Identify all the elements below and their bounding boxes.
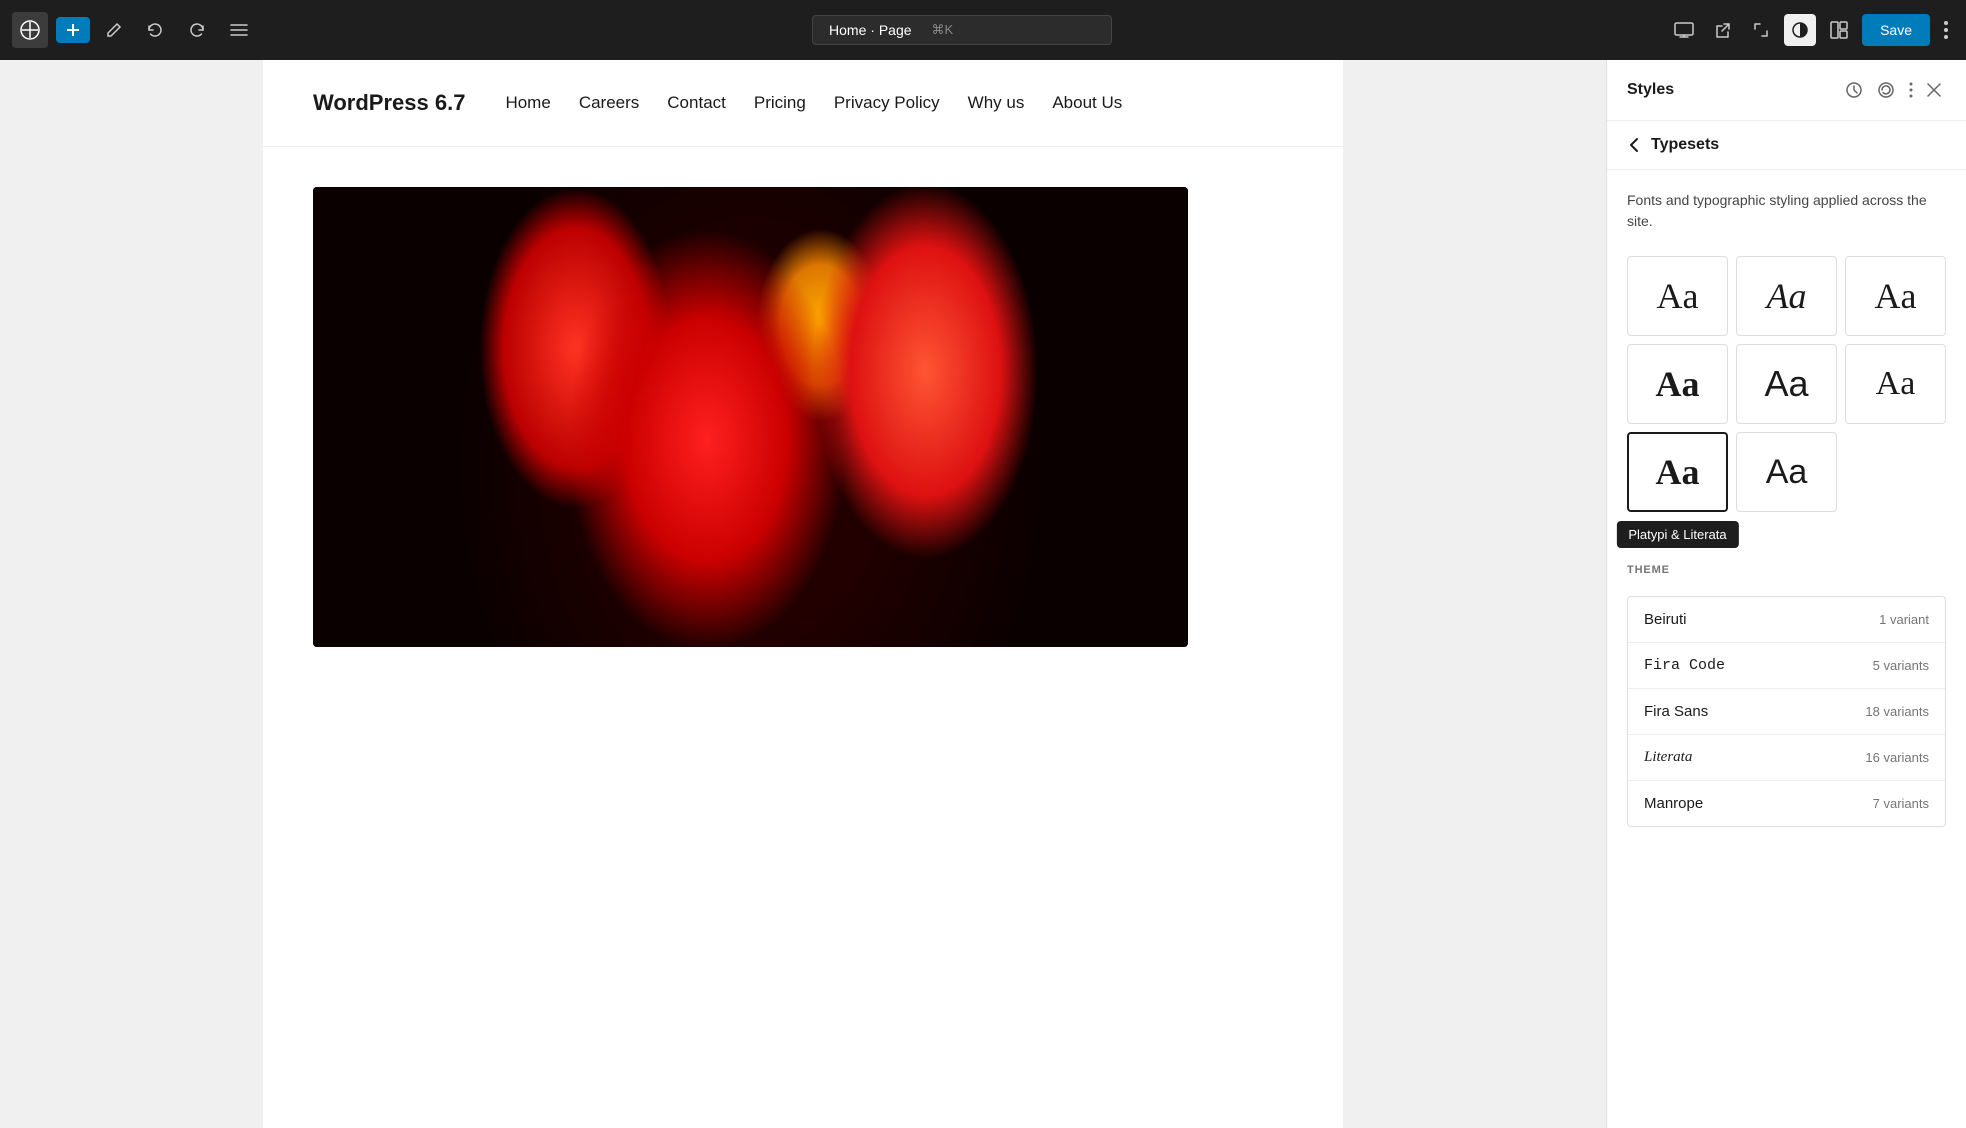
font-name-beiruti: Beiruti — [1644, 611, 1687, 628]
wp-logo[interactable] — [12, 12, 48, 48]
typeset-cell-2[interactable]: Aa — [1736, 256, 1837, 336]
address-bar[interactable]: Home · Page ⌘K — [812, 15, 1112, 45]
nav-careers[interactable]: Careers — [579, 93, 639, 113]
typeset-cell-8[interactable]: Aa — [1736, 432, 1837, 512]
right-panel: Styles Typesets — [1606, 60, 1966, 1128]
typeset-aa-3: Aa — [1875, 275, 1917, 317]
hero-image — [313, 187, 1188, 647]
panel-header-icons — [1840, 76, 1946, 104]
typeset-cell-7[interactable]: Aa Platypi & Literata — [1627, 432, 1728, 512]
external-link-button[interactable] — [1708, 15, 1738, 45]
canvas-area: WordPress 6.7 Home Careers Contact Prici… — [0, 60, 1606, 1128]
font-name-fira-sans: Fira Sans — [1644, 703, 1708, 720]
font-row-fira-code[interactable]: Fira Code 5 variants — [1628, 643, 1945, 689]
typesets-description: Fonts and typographic styling applied ac… — [1627, 190, 1946, 232]
typeset-cell-6[interactable]: Aa — [1845, 344, 1946, 424]
redo-button[interactable] — [180, 15, 214, 45]
toolbar-right: Save — [1668, 14, 1954, 46]
theme-section-label: THEME — [1627, 564, 1946, 584]
add-block-button[interactable] — [56, 17, 90, 43]
panel-title: Styles — [1627, 81, 1674, 99]
nav-why-us[interactable]: Why us — [968, 93, 1025, 113]
typeset-cell-5[interactable]: Aa — [1736, 344, 1837, 424]
back-button[interactable] — [1627, 135, 1641, 155]
undo-button[interactable] — [138, 15, 172, 45]
font-name-manrope: Manrope — [1644, 795, 1703, 812]
typeset-aa-5: Aa — [1764, 363, 1808, 405]
styles-close-button[interactable] — [1922, 78, 1946, 102]
more-options-button[interactable] — [1938, 15, 1954, 45]
typeset-aa-7: Aa — [1656, 451, 1700, 493]
toolbar-center: Home · Page ⌘K — [264, 15, 1660, 45]
font-name-literata: Literata — [1644, 749, 1692, 766]
styles-view-button[interactable] — [1840, 76, 1868, 104]
nav-privacy-policy[interactable]: Privacy Policy — [834, 93, 940, 113]
site-content — [263, 147, 1343, 687]
site-header: WordPress 6.7 Home Careers Contact Prici… — [263, 60, 1343, 147]
styles-history-button[interactable] — [1872, 76, 1900, 104]
typeset-aa-6: Aa — [1876, 365, 1916, 403]
layout-button[interactable] — [1824, 15, 1854, 45]
font-variants-fira-sans: 18 variants — [1865, 704, 1929, 719]
font-list: Beiruti 1 variant Fira Code 5 variants F… — [1627, 596, 1946, 827]
site-preview: WordPress 6.7 Home Careers Contact Prici… — [263, 60, 1343, 1128]
toolbar: Home · Page ⌘K Save — [0, 0, 1966, 60]
nav-home[interactable]: Home — [505, 93, 550, 113]
panel-sub-header: Typesets — [1607, 121, 1966, 170]
contrast-button[interactable] — [1784, 14, 1816, 46]
font-variants-literata: 16 variants — [1865, 750, 1929, 765]
font-variants-beiruti: 1 variant — [1879, 612, 1929, 627]
panel-header: Styles — [1607, 60, 1966, 121]
font-row-literata[interactable]: Literata 16 variants — [1628, 735, 1945, 781]
site-nav: Home Careers Contact Pricing Privacy Pol… — [505, 93, 1122, 113]
nav-about-us[interactable]: About Us — [1052, 93, 1122, 113]
typeset-aa-1: Aa — [1657, 275, 1699, 317]
sub-header-title: Typesets — [1651, 136, 1719, 154]
edit-tool-button[interactable] — [98, 16, 130, 44]
font-variants-fira-code: 5 variants — [1873, 658, 1929, 673]
nav-contact[interactable]: Contact — [667, 93, 726, 113]
resize-button[interactable] — [1746, 15, 1776, 45]
typeset-tooltip: Platypi & Literata — [1616, 521, 1738, 548]
list-view-button[interactable] — [222, 17, 256, 43]
typeset-aa-2: Aa — [1767, 275, 1807, 317]
hero-image-flower — [313, 187, 1188, 647]
font-row-fira-sans[interactable]: Fira Sans 18 variants — [1628, 689, 1945, 735]
typeset-cell-3[interactable]: Aa — [1845, 256, 1946, 336]
font-variants-manrope: 7 variants — [1873, 796, 1929, 811]
typeset-aa-4: Aa — [1656, 363, 1700, 405]
styles-more-button[interactable] — [1904, 77, 1918, 103]
page-title: Home · Page — [829, 22, 911, 38]
nav-pricing[interactable]: Pricing — [754, 93, 806, 113]
typeset-cell-1[interactable]: Aa — [1627, 256, 1728, 336]
typeset-aa-8: Aa — [1766, 453, 1808, 492]
typeset-grid: Aa Aa Aa Aa Aa Aa Aa P — [1627, 256, 1946, 512]
main-layout: WordPress 6.7 Home Careers Contact Prici… — [0, 60, 1966, 1128]
site-logo: WordPress 6.7 — [313, 90, 465, 116]
save-button[interactable]: Save — [1862, 14, 1930, 46]
panel-body: Fonts and typographic styling applied ac… — [1607, 170, 1966, 1128]
font-row-beiruti[interactable]: Beiruti 1 variant — [1628, 597, 1945, 643]
keyboard-shortcut: ⌘K — [932, 22, 954, 38]
typeset-cell-4[interactable]: Aa — [1627, 344, 1728, 424]
font-name-fira-code: Fira Code — [1644, 657, 1725, 674]
font-row-manrope[interactable]: Manrope 7 variants — [1628, 781, 1945, 826]
desktop-view-button[interactable] — [1668, 16, 1700, 44]
